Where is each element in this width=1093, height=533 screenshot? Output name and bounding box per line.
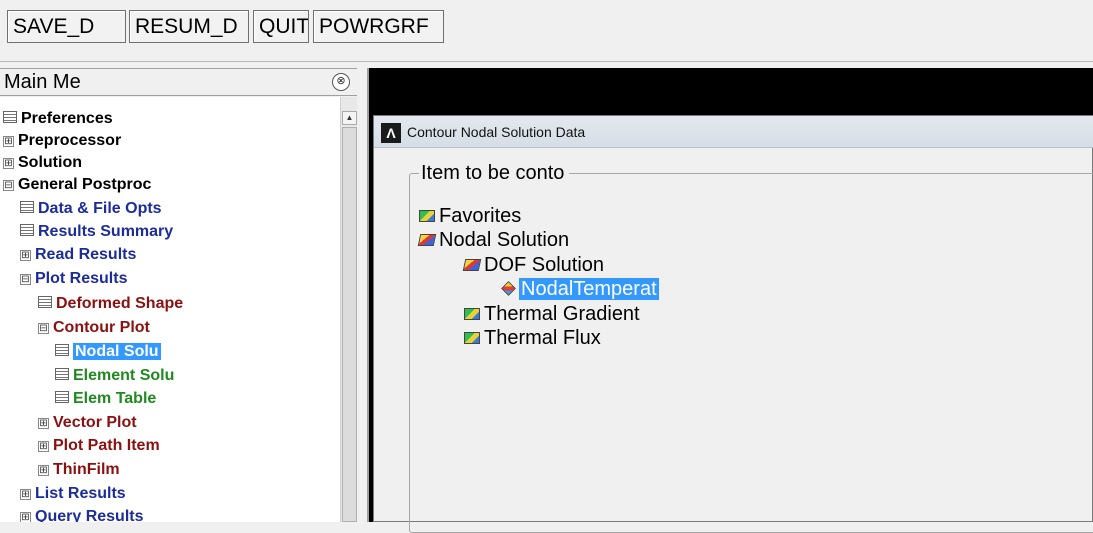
item-label: NodalTemperat [519, 278, 659, 300]
contour-nodal-solution-dialog: Λ Contour Nodal Solution Data Item to be… [373, 115, 1093, 533]
tree-item-label: Deformed Shape [56, 295, 184, 312]
favorites-icon [419, 210, 435, 222]
tree-item-solution[interactable]: ⊞ Solution [3, 152, 82, 174]
item-thermal-flux[interactable]: Thermal Flux [464, 326, 601, 350]
item-nodal-solution[interactable]: Nodal Solution [417, 228, 570, 252]
tree-item-label: List Results [35, 485, 126, 502]
tree-item-elem-table[interactable]: Elem Table [55, 388, 156, 410]
resume-db-button[interactable]: RESUM_D [129, 10, 249, 43]
expand-icon[interactable]: ⊞ [20, 250, 31, 261]
doc-icon [55, 368, 69, 380]
thermal-gradient-icon [464, 308, 480, 320]
item-dof-solution[interactable]: DOF Solution [462, 253, 605, 277]
nodal-solution-icon [417, 234, 437, 246]
main-menu-title: Main Me [4, 71, 81, 93]
tree-item-list-results[interactable]: ⊞ List Results [20, 483, 126, 505]
tree-item-label: Preprocessor [18, 132, 122, 149]
tree-item-label: Solution [18, 154, 82, 171]
temperature-icon [501, 281, 516, 296]
thermal-flux-icon [464, 332, 480, 344]
doc-icon [20, 201, 34, 213]
tree-item-vector-plot[interactable]: ⊞ Vector Plot [38, 412, 137, 434]
toolbar: SAVE_D RESUM_D QUIT POWRGRF [0, 0, 1093, 62]
item-nodal-temperature[interactable]: NodalTemperat [501, 277, 659, 301]
tree-item-label: General Postproc [18, 176, 152, 193]
tree-item-plot-results[interactable]: ⊟ Plot Results [20, 268, 127, 290]
dof-solution-icon [462, 259, 482, 271]
powergraphics-button[interactable]: POWRGRF [313, 10, 444, 43]
tree-item-label: Vector Plot [53, 414, 137, 431]
tree-item-nodal-solu[interactable]: Nodal Solu [55, 341, 161, 363]
item-thermal-gradient[interactable]: Thermal Gradient [464, 302, 640, 326]
doc-icon [38, 296, 52, 308]
tree-item-label: Nodal Solu [73, 343, 161, 360]
quit-button[interactable]: QUIT [253, 10, 309, 43]
tree-item-label: Plot Path Item [53, 437, 160, 454]
tree-item-preprocessor[interactable]: ⊞ Preprocessor [3, 130, 121, 152]
tree-item-plot-path-item[interactable]: ⊞ Plot Path Item [38, 435, 160, 457]
expand-icon[interactable]: ⊞ [38, 441, 49, 452]
item-label: DOF Solution [484, 254, 605, 276]
dialog-title: Contour Nodal Solution Data [407, 124, 586, 140]
scroll-up-icon[interactable]: ▲ [342, 111, 357, 125]
expand-icon[interactable]: ⊞ [3, 158, 14, 169]
tree-item-read-results[interactable]: ⊞ Read Results [20, 244, 136, 266]
group-label: Item to be conto [419, 162, 570, 185]
tree-item-thinfilm[interactable]: ⊞ ThinFilm [38, 459, 120, 481]
tree-item-preferences[interactable]: Preferences [3, 108, 113, 130]
expand-icon[interactable]: ⊞ [20, 489, 31, 500]
tree-item-results-summary[interactable]: Results Summary [20, 221, 173, 243]
tree-item-label: Element Solu [73, 367, 175, 384]
doc-icon [55, 344, 69, 356]
tree-item-data-file-opts[interactable]: Data & File Opts [20, 198, 162, 220]
expand-icon[interactable]: ⊞ [38, 418, 49, 429]
item-label: Nodal Solution [439, 229, 570, 251]
dialog-titlebar[interactable]: Λ Contour Nodal Solution Data [374, 116, 1093, 148]
main-menu-tree: Preferences ⊞ Preprocessor ⊞ Solution ⊟ Gen… [0, 97, 340, 522]
doc-icon [20, 224, 34, 236]
doc-icon [3, 111, 17, 123]
main-menu-header: Main Me ⊗ [0, 68, 357, 96]
tree-item-label: Plot Results [35, 270, 128, 287]
expand-icon[interactable]: ⊞ [38, 465, 49, 476]
tree-item-label: Query Results [35, 508, 144, 522]
collapse-icon[interactable]: ⊗ [332, 73, 350, 91]
save-db-button[interactable]: SAVE_D [7, 10, 126, 43]
item-favorites[interactable]: Favorites [419, 204, 521, 228]
tree-item-query-results[interactable]: ⊞ Query Results [20, 506, 143, 522]
collapse-node-icon[interactable]: ⊟ [3, 180, 14, 191]
expand-icon[interactable]: ⊞ [3, 136, 14, 147]
tree-item-label: Read Results [35, 246, 137, 263]
tree-item-label: Contour Plot [53, 319, 150, 336]
collapse-node-icon[interactable]: ⊟ [38, 323, 49, 334]
tree-item-label: Data & File Opts [38, 200, 162, 217]
item-label: Thermal Gradient [484, 303, 640, 325]
item-tree: Favorites Nodal Solution DOF Solution No… [414, 204, 1093, 514]
collapse-node-icon[interactable]: ⊟ [20, 274, 31, 285]
tree-item-label: Results Summary [38, 223, 174, 240]
ansys-logo-icon: Λ [381, 123, 401, 143]
tree-item-contour-plot[interactable]: ⊟ Contour Plot [38, 317, 150, 339]
tree-item-label: Elem Table [73, 390, 157, 407]
tree-item-general-postproc[interactable]: ⊟ General Postproc [3, 174, 151, 196]
tree-item-deformed-shape[interactable]: Deformed Shape [38, 293, 183, 315]
doc-icon [55, 391, 69, 403]
scrollbar-thumb[interactable] [342, 127, 357, 522]
tree-item-label: Preferences [21, 110, 113, 127]
tree-item-label: ThinFilm [53, 461, 120, 478]
tree-scrollbar[interactable]: ▲ [340, 97, 357, 522]
expand-icon[interactable]: ⊞ [20, 512, 31, 522]
tree-item-element-solu[interactable]: Element Solu [55, 365, 174, 387]
item-label: Thermal Flux [484, 327, 601, 349]
item-label: Favorites [439, 205, 522, 227]
